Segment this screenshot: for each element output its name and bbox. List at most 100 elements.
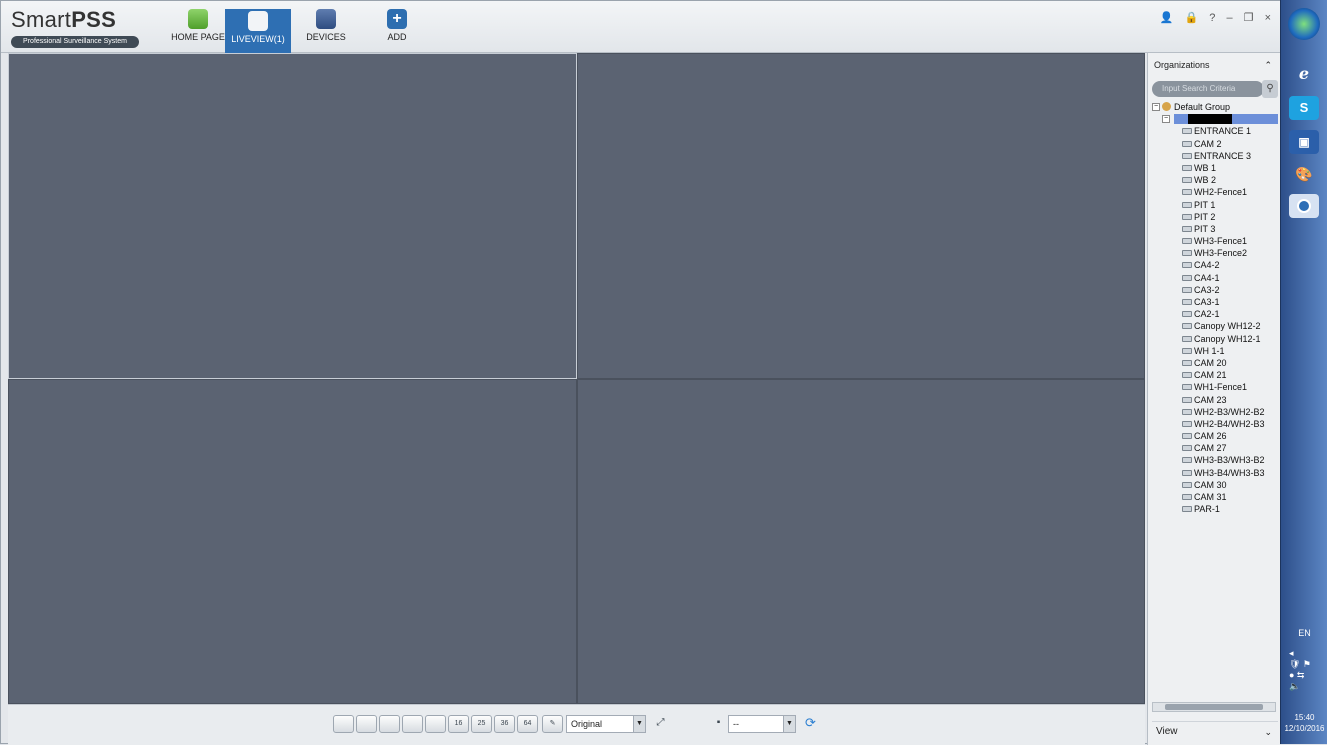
tree-channel[interactable]: ENTRANCE 1 xyxy=(1152,125,1278,137)
layout-36-button[interactable]: 36 xyxy=(494,715,515,733)
channel-label: CA2-1 xyxy=(1194,309,1220,320)
channel-list: ENTRANCE 1 CAM 2 ENTRANCE 3 WB 1 WB 2 WH2-Fen… xyxy=(1152,125,1278,515)
tree-channel[interactable]: CA4-2 xyxy=(1152,259,1278,271)
notes-icon[interactable]: ▣ xyxy=(1289,130,1319,154)
tree-channel[interactable]: CAM 26 xyxy=(1152,430,1278,442)
scrollbar-thumb[interactable] xyxy=(1165,704,1263,710)
camera-icon xyxy=(1182,177,1192,184)
layout-6-button[interactable] xyxy=(379,715,400,733)
tree-channel[interactable]: WB 2 xyxy=(1152,174,1278,186)
tab-home-page[interactable]: HOME PAGE xyxy=(171,9,225,53)
tree-channel[interactable]: WB 1 xyxy=(1152,162,1278,174)
tree-channel[interactable]: WH1-Fence1 xyxy=(1152,381,1278,393)
layout-25-button[interactable]: 25 xyxy=(471,715,492,733)
tree-channel[interactable]: CAM 20 xyxy=(1152,357,1278,369)
layout-1-button[interactable] xyxy=(333,715,354,733)
antivirus-icon[interactable]: 🛡 ⚑ xyxy=(1289,659,1323,670)
tab-liveview[interactable]: LIVEVIEW(1) xyxy=(225,9,291,53)
channel-label: PIT 1 xyxy=(1194,199,1216,210)
camera-icon xyxy=(1182,164,1192,171)
tree-channel[interactable]: CAM 23 xyxy=(1152,394,1278,406)
video-pane-3[interactable] xyxy=(8,379,577,704)
horizontal-scrollbar[interactable] xyxy=(1152,702,1276,712)
tree-channel[interactable]: CAM 27 xyxy=(1152,442,1278,454)
layout-9-button[interactable] xyxy=(425,715,446,733)
video-pane-2[interactable] xyxy=(577,53,1145,379)
stream-select[interactable]: Original ▼ xyxy=(566,715,646,733)
tree-channel[interactable]: CAM 31 xyxy=(1152,491,1278,503)
tree-channel[interactable]: Canopy WH12-2 xyxy=(1152,320,1278,332)
restore-icon[interactable]: ❐ xyxy=(1244,11,1254,24)
save-view-icon[interactable]: ▪ xyxy=(708,715,729,733)
layout-64-button[interactable]: 64 xyxy=(517,715,538,733)
person-icon[interactable]: 👤 xyxy=(1160,11,1174,24)
fullscreen-icon[interactable]: ⤢ xyxy=(650,715,671,733)
organizations-header[interactable]: Organizations ⌃ xyxy=(1148,53,1280,77)
tab-devices[interactable]: DEVICES xyxy=(299,9,353,53)
camera-icon xyxy=(1182,299,1192,305)
tree-channel[interactable]: PIT 3 xyxy=(1152,223,1278,235)
language-indicator[interactable]: EN xyxy=(1281,628,1327,638)
tree-channel[interactable]: CAM 21 xyxy=(1152,369,1278,381)
tree-channel[interactable]: WH2-B4/WH2-B3 xyxy=(1152,418,1278,430)
preset-select[interactable]: -- ▼ xyxy=(728,715,796,733)
tree-channel[interactable]: WH2-B3/WH2-B2 xyxy=(1152,406,1278,418)
tree-channel[interactable]: WH 1-1 xyxy=(1152,345,1278,357)
smartpss-taskbar-icon[interactable] xyxy=(1289,194,1319,218)
layout-8-button[interactable] xyxy=(402,715,423,733)
tree-group[interactable]: − Default Group xyxy=(1152,101,1278,113)
view-section[interactable]: View ⌄ xyxy=(1152,721,1278,741)
skype-icon[interactable]: S xyxy=(1289,96,1319,120)
camera-icon xyxy=(1182,396,1192,403)
volume-icon[interactable]: 🔈 xyxy=(1289,681,1323,692)
chevron-up-icon[interactable]: ⌃ xyxy=(1264,53,1272,77)
paint-icon[interactable]: 🎨 xyxy=(1289,162,1319,186)
tree-channel[interactable]: WH3-Fence1 xyxy=(1152,235,1278,247)
custom-layout-button[interactable]: ✎ xyxy=(542,715,563,733)
channel-label: WB 2 xyxy=(1194,175,1217,186)
tree-channel[interactable]: CAM 2 xyxy=(1152,138,1278,150)
tree-channel[interactable]: CAM 30 xyxy=(1152,479,1278,491)
tree-channel[interactable]: WH3-Fence2 xyxy=(1152,247,1278,259)
tree-channel[interactable]: CA3-1 xyxy=(1152,296,1278,308)
help-icon[interactable]: ? xyxy=(1209,12,1215,24)
camera-icon xyxy=(1182,433,1192,440)
tree-channel[interactable]: PIT 2 xyxy=(1152,211,1278,223)
tree-channel[interactable]: ENTRANCE 3 xyxy=(1152,150,1278,162)
clock[interactable]: 15:40 12/10/2016 xyxy=(1281,712,1327,734)
video-pane-1[interactable] xyxy=(8,53,577,379)
camera-icon xyxy=(1182,420,1192,427)
collapse-icon[interactable]: − xyxy=(1162,115,1170,124)
tree-channel[interactable]: WH2-Fence1 xyxy=(1152,186,1278,198)
tab-add[interactable]: + ADD xyxy=(377,9,417,53)
tree-channel[interactable]: WH3-B4/WH3-B3 xyxy=(1152,467,1278,479)
video-pane-4[interactable] xyxy=(577,379,1145,704)
search-input[interactable]: Input Search Criteria xyxy=(1152,81,1264,97)
internet-explorer-icon[interactable]: e xyxy=(1289,62,1319,86)
devices-icon xyxy=(316,9,336,29)
network-icon[interactable]: ● ⇆ xyxy=(1289,670,1323,681)
layout-16-button[interactable]: 16 xyxy=(448,715,469,733)
chevron-down-icon[interactable]: ⌄ xyxy=(1264,722,1272,742)
tree-channel[interactable]: WH3-B3/WH3-B2 xyxy=(1152,454,1278,466)
channel-label: WH2-B4/WH2-B3 xyxy=(1194,418,1265,429)
refresh-icon[interactable]: ⟳ xyxy=(800,715,821,733)
tree-device[interactable]: − xyxy=(1152,113,1278,125)
close-icon[interactable]: × xyxy=(1265,12,1271,24)
start-button[interactable] xyxy=(1288,8,1320,40)
tree-channel[interactable]: PIT 1 xyxy=(1152,199,1278,211)
tree-channel[interactable]: PAR-1 xyxy=(1152,503,1278,515)
collapse-icon[interactable]: − xyxy=(1152,103,1160,111)
minimize-icon[interactable]: – xyxy=(1226,12,1232,24)
channel-label: CA4-1 xyxy=(1194,272,1220,283)
tree-channel[interactable]: Canopy WH12-1 xyxy=(1152,333,1278,345)
tree-channel[interactable]: CA4-1 xyxy=(1152,272,1278,284)
lock-icon[interactable]: 🔒 xyxy=(1184,11,1198,24)
tree-channel[interactable]: CA3-2 xyxy=(1152,284,1278,296)
show-hidden-icons-icon[interactable]: ◂ xyxy=(1289,648,1323,659)
brand-tagline: Professional Surveillance System xyxy=(11,36,139,48)
tree-channel[interactable]: CA2-1 xyxy=(1152,308,1278,320)
search-icon[interactable]: ⚲ xyxy=(1262,80,1278,98)
screen: SmartPSS Professional Surveillance Syste… xyxy=(0,0,1327,745)
layout-4-button[interactable] xyxy=(356,715,377,733)
